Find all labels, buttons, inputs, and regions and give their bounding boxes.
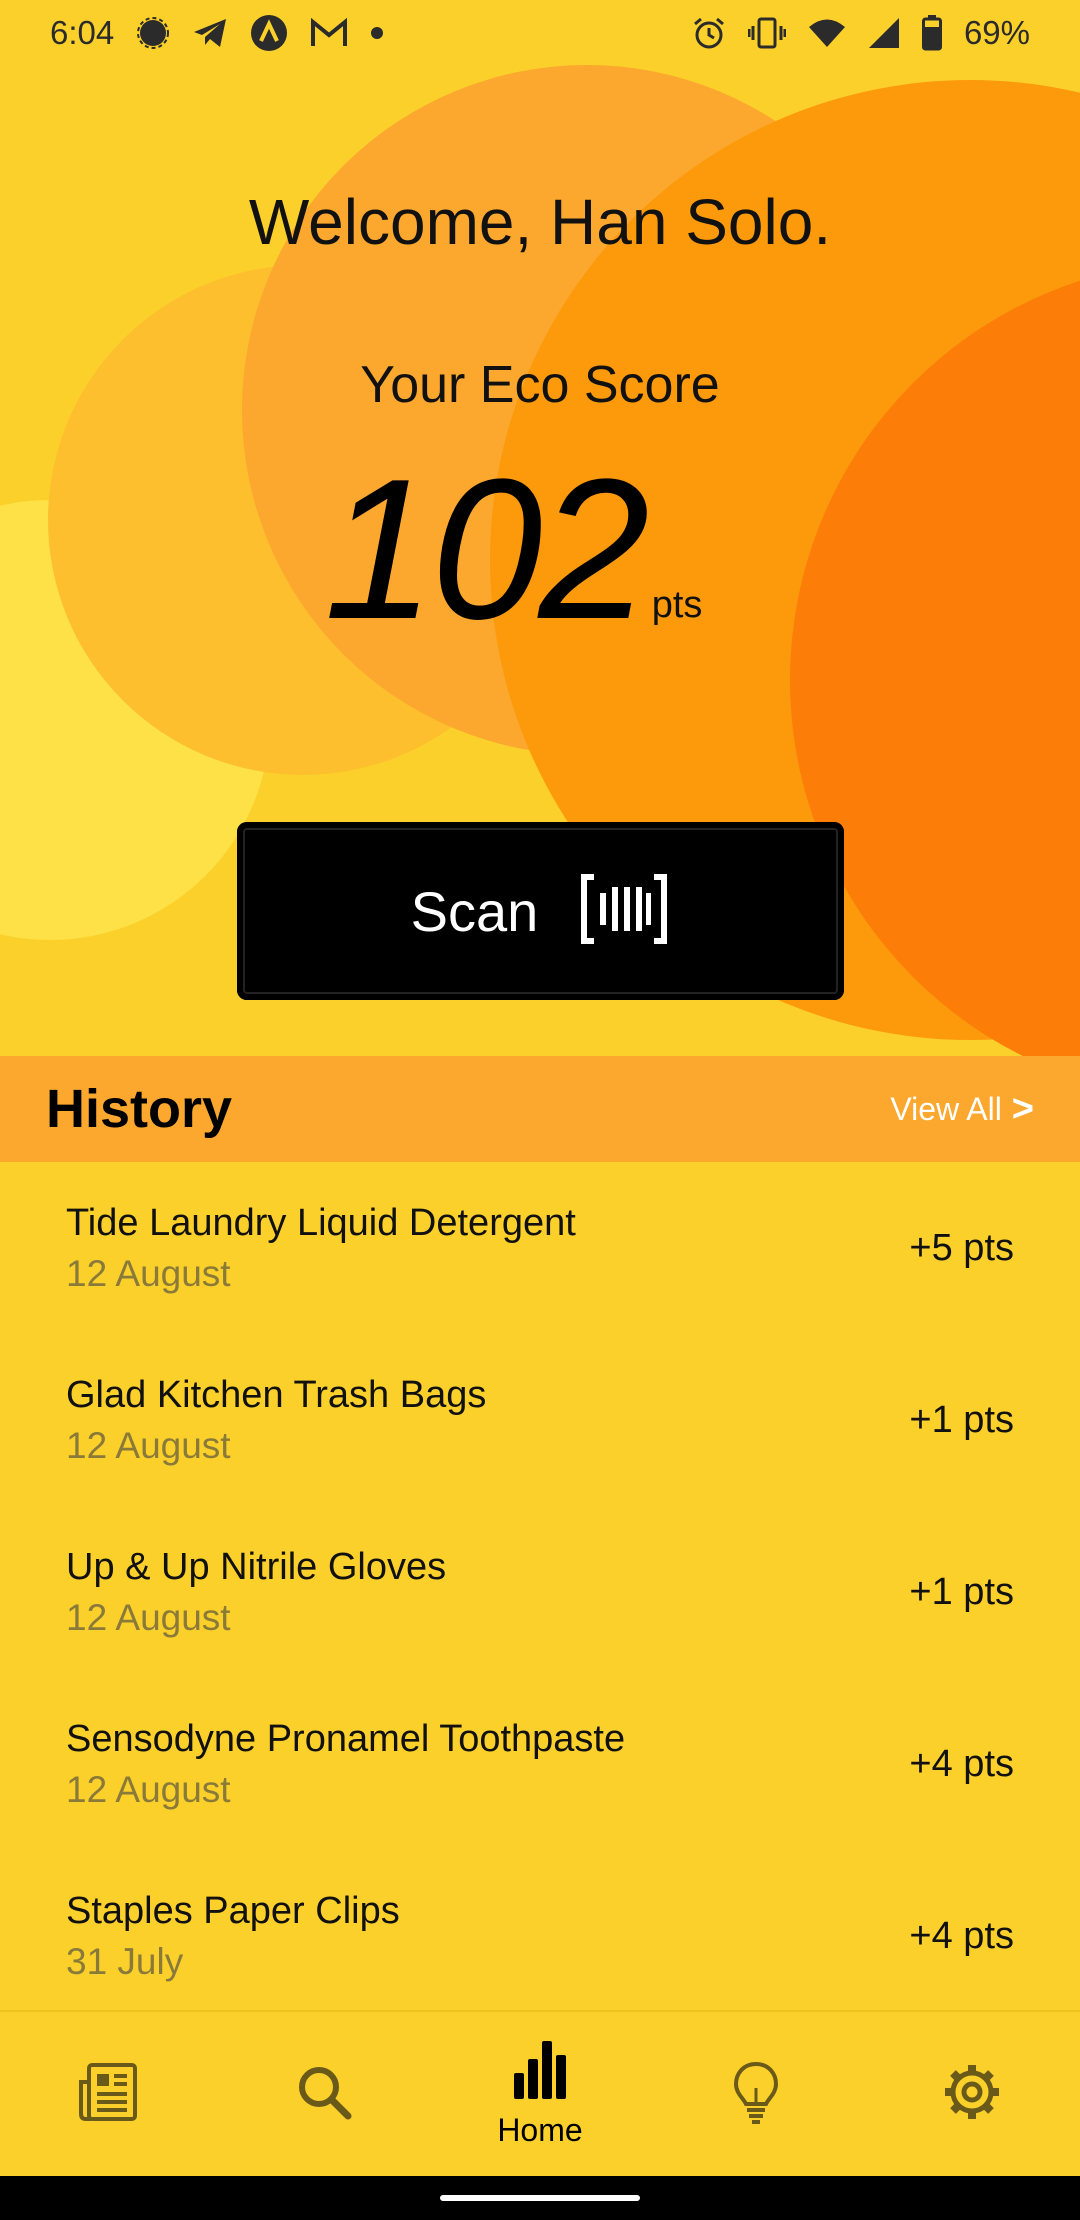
history-item-date: 12 August xyxy=(66,1596,231,1638)
eco-score-unit: pts xyxy=(651,584,703,626)
news-icon xyxy=(77,2062,139,2127)
lightbulb-icon xyxy=(731,2060,781,2129)
arc-icon xyxy=(250,14,288,52)
telegram-icon xyxy=(192,17,228,49)
status-bar: 6:04 69% xyxy=(0,0,1080,66)
history-list: Tide Laundry Liquid Detergent 12 August … xyxy=(0,1162,1080,2022)
history-item-name: Up & Up Nitrile Gloves xyxy=(66,1545,447,1588)
history-item-date: 12 August xyxy=(66,1768,231,1810)
wifi-icon xyxy=(808,18,846,48)
history-item[interactable]: Up & Up Nitrile Gloves 12 August +1 pts xyxy=(0,1506,1080,1678)
nav-item-news[interactable] xyxy=(33,2062,183,2127)
view-all-link[interactable]: View All > xyxy=(890,1088,1034,1131)
history-item[interactable]: Glad Kitchen Trash Bags 12 August +1 pts xyxy=(0,1334,1080,1506)
battery-icon xyxy=(921,15,942,51)
history-item-points: +1 pts xyxy=(909,1398,1014,1441)
bar-chart-icon xyxy=(511,2039,569,2106)
gear-icon xyxy=(941,2061,1003,2128)
history-item-points: +1 pts xyxy=(909,1570,1014,1613)
history-item-points: +4 pts xyxy=(909,1742,1014,1785)
eco-score-value: 102 xyxy=(324,438,650,661)
nav-item-search[interactable] xyxy=(249,2063,399,2126)
search-icon xyxy=(295,2063,353,2126)
cell-signal-icon xyxy=(868,17,900,49)
nav-label-home: Home xyxy=(497,2112,583,2148)
status-time: 6:04 xyxy=(50,14,115,51)
history-header: History View All > xyxy=(0,1056,1080,1162)
nav-item-home[interactable]: Home xyxy=(465,2039,615,2149)
history-item-points: +5 pts xyxy=(909,1226,1014,1269)
nav-item-settings[interactable] xyxy=(897,2061,1047,2128)
vibrate-icon xyxy=(747,16,786,50)
dot-icon xyxy=(370,26,384,40)
chevron-right-icon: > xyxy=(1011,1087,1034,1130)
nav-item-tips[interactable] xyxy=(681,2060,831,2129)
history-item-date: 31 July xyxy=(66,1940,184,1982)
battery-percent: 69% xyxy=(963,14,1030,51)
system-navigation-bar xyxy=(0,2176,1080,2220)
history-item-date: 12 August xyxy=(66,1252,231,1294)
home-gesture-pill[interactable] xyxy=(440,2195,640,2201)
bottom-navigation: Home xyxy=(0,2010,1080,2176)
alarm-icon xyxy=(692,16,726,50)
barcode-icon xyxy=(578,873,670,950)
scan-button-label: Scan xyxy=(410,879,539,943)
history-item[interactable]: Sensodyne Pronamel Toothpaste 12 August … xyxy=(0,1678,1080,1850)
signal-messenger-icon xyxy=(136,16,170,50)
welcome-message: Welcome, Han Solo. xyxy=(248,186,832,258)
history-item[interactable]: Tide Laundry Liquid Detergent 12 August … xyxy=(0,1162,1080,1334)
history-item-date: 12 August xyxy=(66,1424,231,1466)
history-item-points: +4 pts xyxy=(909,1914,1014,1957)
history-item-name: Glad Kitchen Trash Bags xyxy=(66,1373,487,1416)
gmail-icon xyxy=(310,18,348,48)
history-item-name: Staples Paper Clips xyxy=(66,1889,400,1932)
history-item[interactable]: Staples Paper Clips 31 July +4 pts xyxy=(0,1850,1080,2022)
scan-button[interactable]: Scan xyxy=(237,822,844,1000)
view-all-label: View All xyxy=(890,1090,1002,1127)
history-item-name: Tide Laundry Liquid Detergent xyxy=(66,1201,576,1244)
history-title: History xyxy=(46,1079,233,1139)
history-item-name: Sensodyne Pronamel Toothpaste xyxy=(66,1717,626,1760)
eco-score-label: Your Eco Score xyxy=(360,356,720,414)
eco-score: 102 pts xyxy=(324,438,703,661)
